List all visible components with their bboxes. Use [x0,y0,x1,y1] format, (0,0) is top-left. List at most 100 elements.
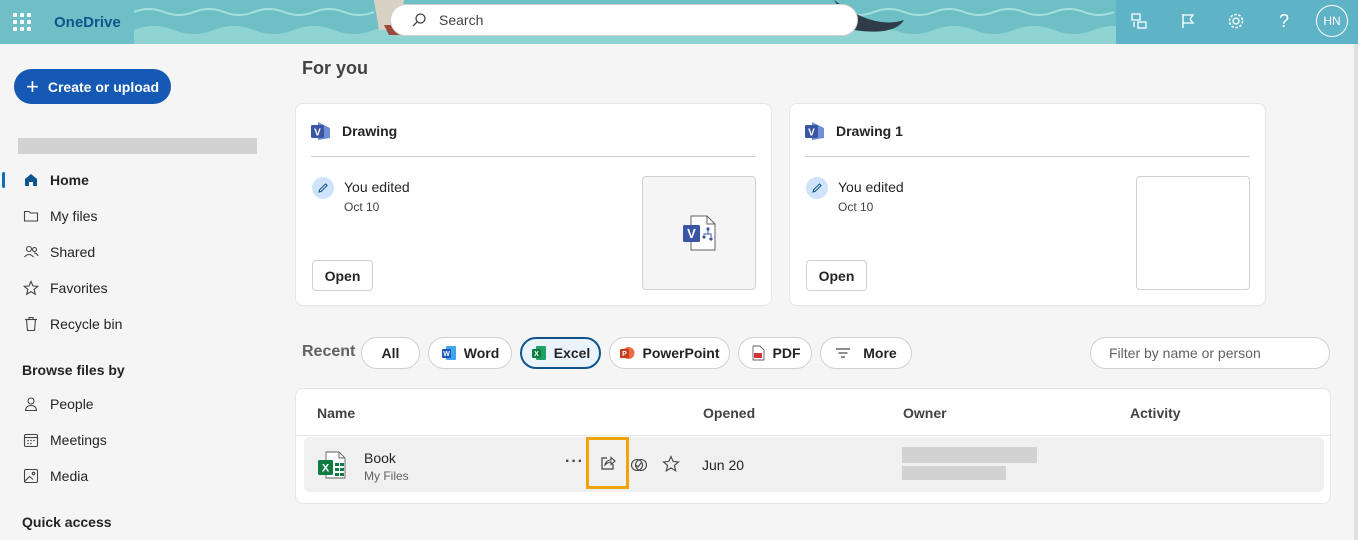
column-header-opened[interactable]: Opened [703,405,755,421]
redacted-owner-detail [902,466,1006,480]
svg-text:V: V [808,128,815,139]
column-header-name[interactable]: Name [317,405,355,421]
filter-label: More [863,345,897,361]
excel-icon: X [531,345,547,361]
svg-text:W: W [443,351,450,358]
more-options-button[interactable]: ··· [565,453,584,471]
powerpoint-icon: P [619,345,635,361]
nav-label: Media [50,468,89,484]
activity-icon[interactable] [630,456,648,474]
column-header-activity[interactable]: Activity [1130,405,1181,421]
nav-item-shared[interactable]: Shared [0,234,270,270]
table-row[interactable]: X Book My Files ··· Jun 20 [304,437,1324,492]
filter-label: PowerPoint [642,345,720,361]
nav-item-my-files[interactable]: My files [0,198,270,234]
card-divider [311,156,756,157]
svg-text:V: V [687,226,696,241]
file-name[interactable]: Book [364,450,396,466]
nav-label: Recycle bin [50,316,123,332]
trash-icon [22,315,40,333]
people-icon [22,243,40,261]
feedback-icon[interactable] [1128,10,1150,32]
visio-file-icon: V [683,215,716,251]
filter-by-name-input[interactable]: Filter by name or person [1090,337,1330,369]
calendar-icon [22,431,40,449]
svg-text:P: P [623,351,628,358]
app-name[interactable]: OneDrive [54,14,121,31]
pdf-icon [750,345,766,361]
person-icon [22,395,40,413]
column-header-owner[interactable]: Owner [903,405,947,421]
excel-file-icon: X [318,451,346,479]
open-button[interactable]: Open [806,260,867,291]
recent-files-table: Name Opened Owner Activity X Book My Fil… [295,388,1332,504]
word-icon: W [441,345,457,361]
folder-icon [22,207,40,225]
nav-label: Favorites [50,280,108,296]
filter-label: PDF [772,345,801,361]
settings-gear-icon[interactable] [1225,10,1247,32]
app-brand: OneDrive [0,0,134,44]
plus-icon: + [26,73,39,99]
filter-excel[interactable]: X Excel [520,337,601,369]
share-button[interactable] [586,437,629,489]
nav-item-favorites[interactable]: Favorites [0,270,270,306]
nav-item-recycle-bin[interactable]: Recycle bin [0,306,270,342]
file-location: My Files [364,469,409,483]
card-divider [805,156,1250,157]
visio-icon: V [311,122,330,140]
help-icon[interactable]: ? [1273,10,1295,32]
image-icon [22,467,40,485]
card-title[interactable]: Drawing [342,123,397,139]
page-scrollbar[interactable] [1354,44,1358,540]
flag-icon[interactable] [1177,10,1199,32]
card-activity: You edited [838,179,904,195]
nav-item-media[interactable]: Media [0,458,270,494]
nav-label: Shared [50,244,96,260]
nav-label: Meetings [50,432,107,448]
filter-more[interactable]: More [820,337,912,369]
quick-access-heading: Quick access [22,514,112,530]
card-title[interactable]: Drawing 1 [836,123,903,139]
visio-icon: V [805,122,824,140]
for-you-card[interactable]: V Drawing You edited Oct 10 Open V [295,103,772,306]
for-you-card[interactable]: V Drawing 1 You edited Oct 10 Open [789,103,1266,306]
card-activity: You edited [344,179,410,195]
filter-label: Excel [553,345,591,361]
card-date: Oct 10 [344,200,380,214]
sidebar: + Create or upload Home My files Shared … [0,44,280,540]
filter-all[interactable]: All [361,337,420,369]
open-button[interactable]: Open [312,260,373,291]
svg-text:X: X [322,463,330,475]
svg-text:X: X [534,351,539,358]
star-icon [22,279,40,297]
favorite-star-icon[interactable] [662,455,680,473]
search-placeholder: Search [439,12,484,28]
filter-label: All [381,345,400,361]
filter-pdf[interactable]: PDF [738,337,812,369]
filter-word[interactable]: W Word [428,337,512,369]
nav-item-home[interactable]: Home [0,162,270,198]
create-or-upload-button[interactable]: + Create or upload [14,69,171,104]
nav-label: People [50,396,94,412]
user-avatar[interactable]: HN [1316,5,1348,37]
nav-item-meetings[interactable]: Meetings [0,422,270,458]
app-launcher-icon[interactable] [13,13,31,31]
create-button-label: Create or upload [47,78,160,95]
nav-item-people[interactable]: People [0,386,270,422]
filter-powerpoint[interactable]: P PowerPoint [609,337,730,369]
file-thumbnail[interactable] [1136,176,1250,290]
search-box[interactable]: Search [390,4,858,36]
filter-placeholder: Filter by name or person [1109,345,1261,361]
pencil-icon [312,177,334,199]
share-icon [600,456,616,470]
nav-label: Home [50,172,89,188]
browse-files-heading: Browse files by [22,362,125,378]
svg-text:V: V [314,128,321,139]
page-title: For you [302,58,368,78]
file-thumbnail[interactable]: V [642,176,756,290]
opened-date: Jun 20 [702,457,745,473]
recent-label: Recent [302,343,356,360]
filter-label: Word [463,345,500,361]
search-icon [412,13,426,27]
